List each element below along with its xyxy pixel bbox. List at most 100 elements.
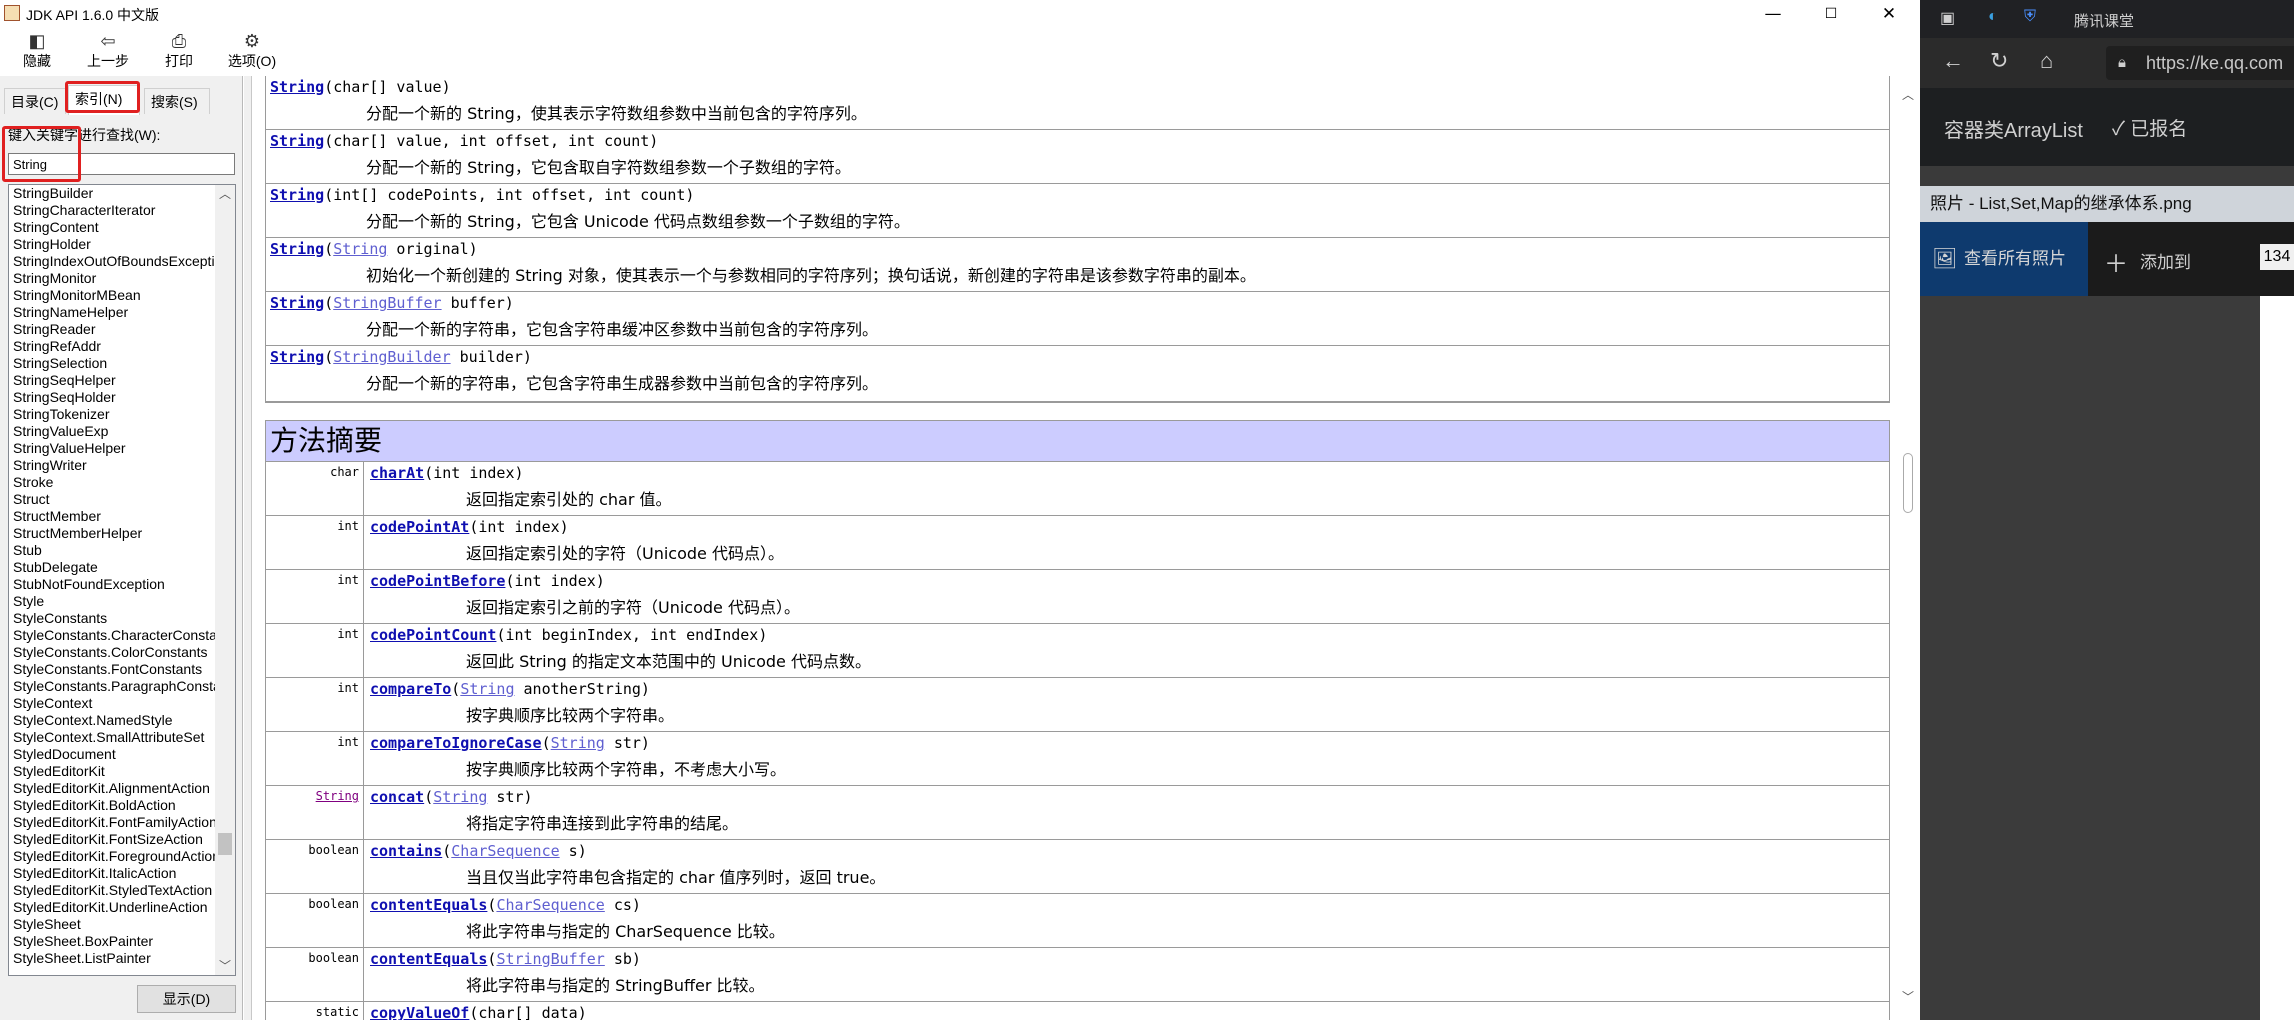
index-list-item[interactable]: StyleContext.NamedStyle — [9, 712, 215, 729]
type-link[interactable]: String — [433, 788, 487, 806]
home-icon[interactable]: ⌂ — [2040, 48, 2053, 74]
index-list-item[interactable]: StyledEditorKit.FontSizeAction — [9, 831, 215, 848]
index-list-item[interactable]: Stub — [9, 542, 215, 559]
index-list-item[interactable]: StringNameHelper — [9, 304, 215, 321]
content-scrollbar[interactable]: ︿ ﹀ — [1896, 76, 1920, 1020]
browser-tab-title[interactable]: 腾讯课堂 — [2074, 10, 2134, 31]
close-button[interactable]: ✕ — [1860, 0, 1918, 28]
member-link[interactable]: String — [270, 240, 324, 258]
type-link[interactable]: StringBuffer — [496, 950, 604, 968]
maximize-button[interactable]: ☐ — [1802, 0, 1860, 28]
member-link[interactable]: String — [270, 348, 324, 366]
index-list-item[interactable]: StringValueExp — [9, 423, 215, 440]
index-list-item[interactable]: StyleContext — [9, 695, 215, 712]
index-list-item[interactable]: StructMemberHelper — [9, 525, 215, 542]
index-list-item[interactable]: StyleConstants.FontConstants — [9, 661, 215, 678]
view-all-photos-button[interactable]: 🖼︎ 查看所有照片 — [1920, 222, 2088, 296]
display-button[interactable]: 显示(D) — [137, 985, 236, 1013]
index-list-item[interactable]: StyleConstants — [9, 610, 215, 627]
type-link[interactable]: String — [333, 240, 387, 258]
minimize-button[interactable]: — — [1744, 0, 1802, 28]
member-link[interactable]: String — [270, 78, 324, 96]
type-link[interactable]: StringBuilder — [333, 348, 450, 366]
index-list-item[interactable]: StringReader — [9, 321, 215, 338]
course-title[interactable]: 容器类ArrayList — [1944, 114, 2083, 143]
index-list-item[interactable]: StyledEditorKit.ForegroundAction — [9, 848, 215, 865]
add-icon[interactable]: ＋ — [2104, 244, 2128, 279]
scroll-down-icon[interactable]: ﹀ — [215, 957, 235, 975]
index-list-item[interactable]: StubNotFoundException — [9, 576, 215, 593]
index-list-item[interactable]: StringMonitor — [9, 270, 215, 287]
address-bar[interactable]: https://ke.qq.com — [2106, 46, 2294, 80]
type-link[interactable]: StringBuffer — [333, 294, 441, 312]
index-list-item[interactable]: StringIndexOutOfBoundsException — [9, 253, 215, 270]
back-icon[interactable]: ← — [1942, 48, 1964, 74]
index-list-item[interactable]: StyledEditorKit.UnderlineAction — [9, 899, 215, 916]
pane-divider[interactable] — [244, 76, 252, 1020]
index-list-item[interactable]: StyleConstants.CharacterConstants — [9, 627, 215, 644]
index-list-item[interactable]: StringMonitorMBean — [9, 287, 215, 304]
member-link[interactable]: String — [270, 186, 324, 204]
member-link[interactable]: charAt — [370, 464, 424, 482]
index-list-item[interactable]: StyledEditorKit.FontFamilyAction — [9, 814, 215, 831]
index-list-item[interactable]: StyleSheet.ListPainter — [9, 950, 215, 967]
member-link[interactable]: String — [270, 294, 324, 312]
member-link[interactable]: contentEquals — [370, 896, 487, 914]
index-list-item[interactable]: Style — [9, 593, 215, 610]
index-list-scrollbar[interactable]: ︿ ﹀ — [215, 185, 235, 975]
index-list-item[interactable]: Struct — [9, 491, 215, 508]
hide-button[interactable]: ◧ 隐藏 — [14, 30, 60, 74]
content-scroll-thumb[interactable] — [1903, 453, 1913, 513]
member-link[interactable]: codePointAt — [370, 518, 469, 536]
index-list-item[interactable]: StyleSheet.BoxPainter — [9, 933, 215, 950]
index-list-item[interactable]: StringRefAddr — [9, 338, 215, 355]
index-list[interactable]: StringBuilder StringCharacterIterator Stri… — [8, 184, 236, 976]
index-list-item[interactable]: StringSeqHolder — [9, 389, 215, 406]
index-list-item[interactable]: StyledEditorKit.BoldAction — [9, 797, 215, 814]
index-list-item[interactable]: Stroke — [9, 474, 215, 491]
back-button[interactable]: ⇦ 上一步 — [78, 30, 138, 74]
index-list-item[interactable]: StringTokenizer — [9, 406, 215, 423]
tab-actions-icon[interactable]: ▣ — [1940, 8, 1955, 28]
index-list-item[interactable]: StringContent — [9, 219, 215, 236]
index-list-item[interactable]: StyleConstants.ParagraphConstants — [9, 678, 215, 695]
index-list-item[interactable]: StyledEditorKit.AlignmentAction — [9, 780, 215, 797]
index-list-item[interactable]: StringWriter — [9, 457, 215, 474]
member-link[interactable]: codePointBefore — [370, 572, 505, 590]
index-list-item[interactable]: StringCharacterIterator — [9, 202, 215, 219]
member-link[interactable]: codePointCount — [370, 626, 496, 644]
index-list-item[interactable]: StyleContext.SmallAttributeSet — [9, 729, 215, 746]
options-button[interactable]: ⚙ 选项(O) — [222, 30, 282, 74]
index-list-item[interactable]: StyledEditorKit.StyledTextAction — [9, 882, 215, 899]
index-list-item[interactable]: StubDelegate — [9, 559, 215, 576]
scroll-up-icon[interactable]: ︿ — [215, 185, 235, 203]
content-scroll-up-icon[interactable]: ︿ — [1898, 86, 1918, 104]
index-list-item[interactable]: StringBuilder — [9, 185, 215, 202]
index-list-item[interactable]: StyleConstants.ColorConstants — [9, 644, 215, 661]
content-scroll-down-icon[interactable]: ﹀ — [1898, 988, 1918, 1006]
index-list-item[interactable]: StyledEditorKit — [9, 763, 215, 780]
index-list-item[interactable]: StructMember — [9, 508, 215, 525]
type-link[interactable]: CharSequence — [451, 842, 559, 860]
member-link[interactable]: String — [270, 132, 324, 150]
type-link[interactable]: CharSequence — [496, 896, 604, 914]
tab-contents[interactable]: 目录(C) — [4, 88, 66, 114]
return-type[interactable]: String — [266, 786, 364, 839]
type-link[interactable]: String — [551, 734, 605, 752]
tab-search[interactable]: 搜索(S) — [144, 88, 210, 114]
member-link[interactable]: contentEquals — [370, 950, 487, 968]
refresh-icon[interactable]: ↻ — [1990, 48, 2008, 74]
member-link[interactable]: contains — [370, 842, 442, 860]
index-list-item[interactable]: StringSeqHelper — [9, 372, 215, 389]
print-button[interactable]: ⎙ 打印 — [156, 30, 202, 74]
lock-icon[interactable]: 🔒︎ — [2118, 54, 2126, 71]
member-link[interactable]: compareToIgnoreCase — [370, 734, 542, 752]
index-list-item[interactable]: StyleSheet — [9, 916, 215, 933]
type-link[interactable]: String — [460, 680, 514, 698]
index-list-item[interactable]: StringValueHelper — [9, 440, 215, 457]
index-list-item[interactable]: StyledEditorKit.ItalicAction — [9, 865, 215, 882]
add-to-button[interactable]: 添加到 — [2140, 248, 2191, 273]
index-list-scroll-thumb[interactable] — [218, 833, 232, 855]
member-link[interactable]: compareTo — [370, 680, 451, 698]
member-link[interactable]: copyValueOf — [370, 1004, 469, 1020]
